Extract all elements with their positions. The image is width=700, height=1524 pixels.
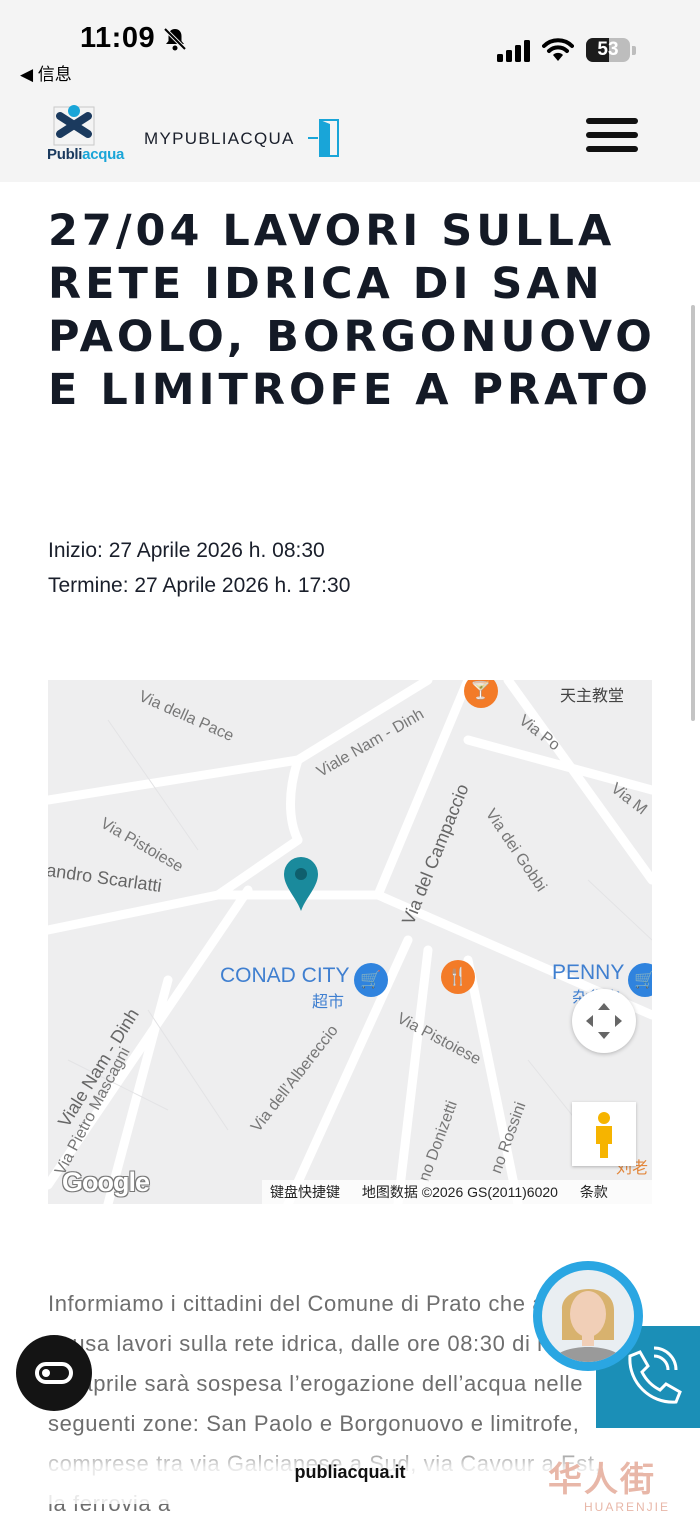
wifi-icon xyxy=(542,38,574,61)
end-time: Termine: 27 Aprile 2026 h. 17:30 xyxy=(48,574,351,597)
place-label: 天主教堂 xyxy=(560,688,625,705)
battery-indicator: 53 xyxy=(586,38,636,64)
assistant-face-icon xyxy=(552,1288,624,1362)
location-map[interactable]: Via della Pace Viale Nam - Dinh Via Po V… xyxy=(48,680,652,1204)
restaurant-poi-icon[interactable]: 🍴 xyxy=(441,960,475,994)
map-attribution: 键盘快捷键 地图数据 ©2026 GS(2011)6020 条款 xyxy=(262,1180,652,1204)
start-time: Inizio: 27 Aprile 2026 h. 08:30 xyxy=(48,539,325,562)
status-bar: 11:09 ◀ 信息 53 xyxy=(0,0,700,92)
status-time: 11:09 xyxy=(80,22,156,54)
bell-muted-icon xyxy=(163,27,187,51)
place-label: PENNY xyxy=(552,961,625,984)
shopping-cart-poi-icon[interactable]: 🛒 xyxy=(354,963,388,997)
site-header: Publiacqua MYPUBLIACQUA xyxy=(0,92,700,182)
watermark: 华人街 xyxy=(548,1461,656,1499)
fullscreen-toggle-icon[interactable] xyxy=(572,989,636,1053)
hamburger-icon[interactable] xyxy=(586,118,638,156)
terms-link[interactable]: 条款 xyxy=(580,1184,608,1200)
battery-level: 53 xyxy=(597,39,619,60)
location-pin-icon[interactable] xyxy=(284,857,318,911)
page-title: 27/04 LAVORI SULLA RETE IDRICA DI SAN PA… xyxy=(48,206,656,415)
place-label: 超市 xyxy=(312,994,345,1011)
work-schedule: Inizio: 27 Aprile 2026 h. 08:30 Termine:… xyxy=(48,533,350,603)
street-view-pegman-icon[interactable] xyxy=(572,1102,636,1166)
place-label: CONAD CITY xyxy=(220,964,350,987)
logo-wordmark: Publiacqua xyxy=(47,146,125,163)
mypubliacqua-link[interactable]: MYPUBLIACQUA xyxy=(144,129,295,149)
keyboard-shortcuts-link[interactable]: 键盘快捷键 xyxy=(270,1184,340,1200)
page-scrollbar[interactable] xyxy=(691,305,695,721)
map-data-text: 地图数据 ©2026 GS(2011)6020 xyxy=(361,1184,558,1200)
back-to-app-link[interactable]: ◀ 信息 xyxy=(20,60,72,85)
door-login-icon[interactable] xyxy=(308,118,342,158)
cellular-signal-icon xyxy=(497,40,530,62)
assistant-avatar[interactable] xyxy=(533,1261,643,1371)
accessibility-toggle-button[interactable] xyxy=(16,1335,92,1411)
google-logo: Google xyxy=(62,1167,150,1197)
toggle-icon xyxy=(35,1362,73,1384)
watermark-sub: HUARENJIE xyxy=(584,1500,671,1514)
